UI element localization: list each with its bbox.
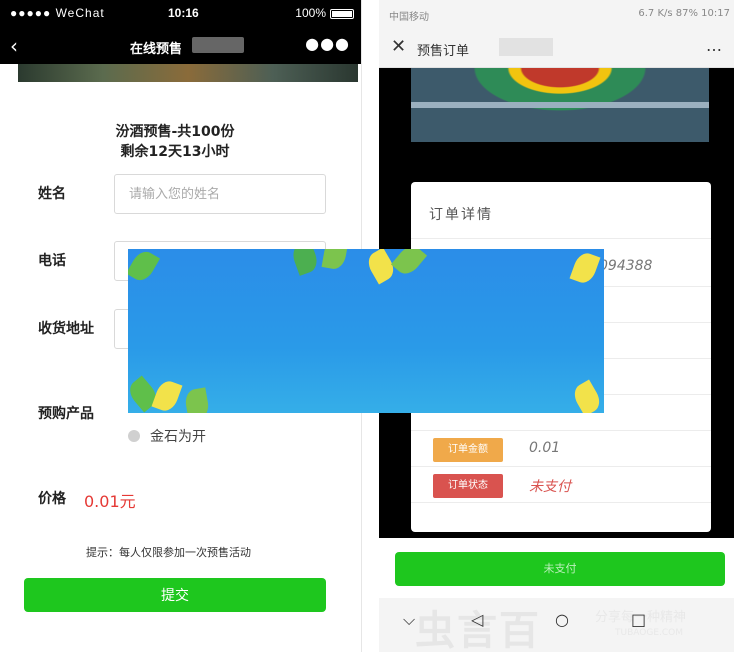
carrier-label: 中国移动: [389, 12, 429, 23]
battery-icon: [330, 9, 354, 19]
redacted-block: [192, 37, 244, 53]
product-title: 汾酒预售-共100份: [115, 124, 235, 140]
leaf-decoration: [183, 387, 211, 413]
product-heading: 汾酒预售-共100份 剩余12天13小时: [0, 122, 350, 162]
page-title: 预售订单: [417, 44, 470, 59]
banner-image: [18, 64, 358, 82]
order-amount-value: 0.01: [529, 440, 561, 456]
status-bar: ●●●●● WeChat 10:16 100%: [0, 0, 361, 28]
order-amount-tag: 订单金额: [433, 438, 503, 462]
order-status-tag: 订单状态: [433, 474, 503, 498]
recent-square-icon[interactable]: □: [631, 610, 646, 629]
order-status-value: 未支付: [529, 479, 571, 495]
more-dots-icon[interactable]: ●●●: [305, 34, 350, 53]
leaf-decoration: [151, 378, 183, 413]
page-title: 在线预售: [130, 42, 183, 57]
name-label: 姓名: [38, 186, 66, 202]
screenshot-root: ●●●●● WeChat 10:16 100% ‹ 在线预售 ●●● 汾酒预售-…: [0, 0, 734, 652]
home-circle-icon[interactable]: ○: [555, 610, 569, 629]
price-value: 0.01元: [84, 492, 136, 511]
phone-label: 电话: [38, 253, 66, 269]
product-option-label: 金石为开: [150, 429, 206, 445]
order-number: 094388: [599, 258, 653, 274]
leaf-decoration: [289, 249, 321, 276]
price-label: 价格: [38, 491, 66, 507]
chevron-left-icon[interactable]: ‹: [10, 34, 18, 58]
status-right: 6.7 K/s 87% 10:17: [638, 8, 730, 19]
redacted-block: [499, 38, 553, 56]
leaf-decoration: [390, 249, 428, 279]
battery-percent: 100%: [295, 6, 326, 20]
radio-button[interactable]: [128, 430, 140, 442]
submit-button[interactable]: 提交: [24, 578, 326, 612]
more-dots-icon[interactable]: …: [706, 36, 722, 55]
card-title: 订单详情: [429, 207, 493, 223]
address-label: 收货地址: [38, 321, 94, 337]
clock: 10:16: [168, 6, 199, 20]
product-label: 预购产品: [38, 406, 94, 422]
leaf-decoration: [128, 249, 161, 285]
remaining-time: 剩余12天13小时: [120, 144, 230, 160]
tip-text: 提示：每人仅限参加一次预售活动: [86, 546, 251, 559]
leaf-decoration: [321, 249, 349, 271]
status-bar: 中国移动 6.7 K/s 87% 10:17: [379, 0, 734, 28]
carrier-label: ●●●●● WeChat: [10, 6, 105, 20]
back-triangle-icon[interactable]: ◁: [471, 610, 483, 629]
banner-image: [411, 68, 709, 142]
system-nav-bar: 虫言百 分享每一种精神 TUBAOGE.COM ⌵ ◁ ○ □: [379, 598, 734, 652]
close-icon[interactable]: ✕: [391, 36, 406, 57]
product-radio-option[interactable]: 金石为开: [128, 426, 206, 446]
leaf-decoration: [569, 250, 601, 286]
nav-bar: ✕ 预售订单 …: [379, 28, 734, 68]
pay-button[interactable]: 未支付: [395, 552, 725, 586]
blue-overlay-banner: [128, 249, 604, 413]
leaf-decoration: [569, 379, 604, 413]
nav-bar: ‹ 在线预售 ●●●: [0, 28, 361, 64]
watermark-url: TUBAOGE.COM: [615, 628, 683, 638]
collapse-icon[interactable]: ⌵: [403, 610, 415, 630]
name-input[interactable]: [114, 174, 326, 214]
